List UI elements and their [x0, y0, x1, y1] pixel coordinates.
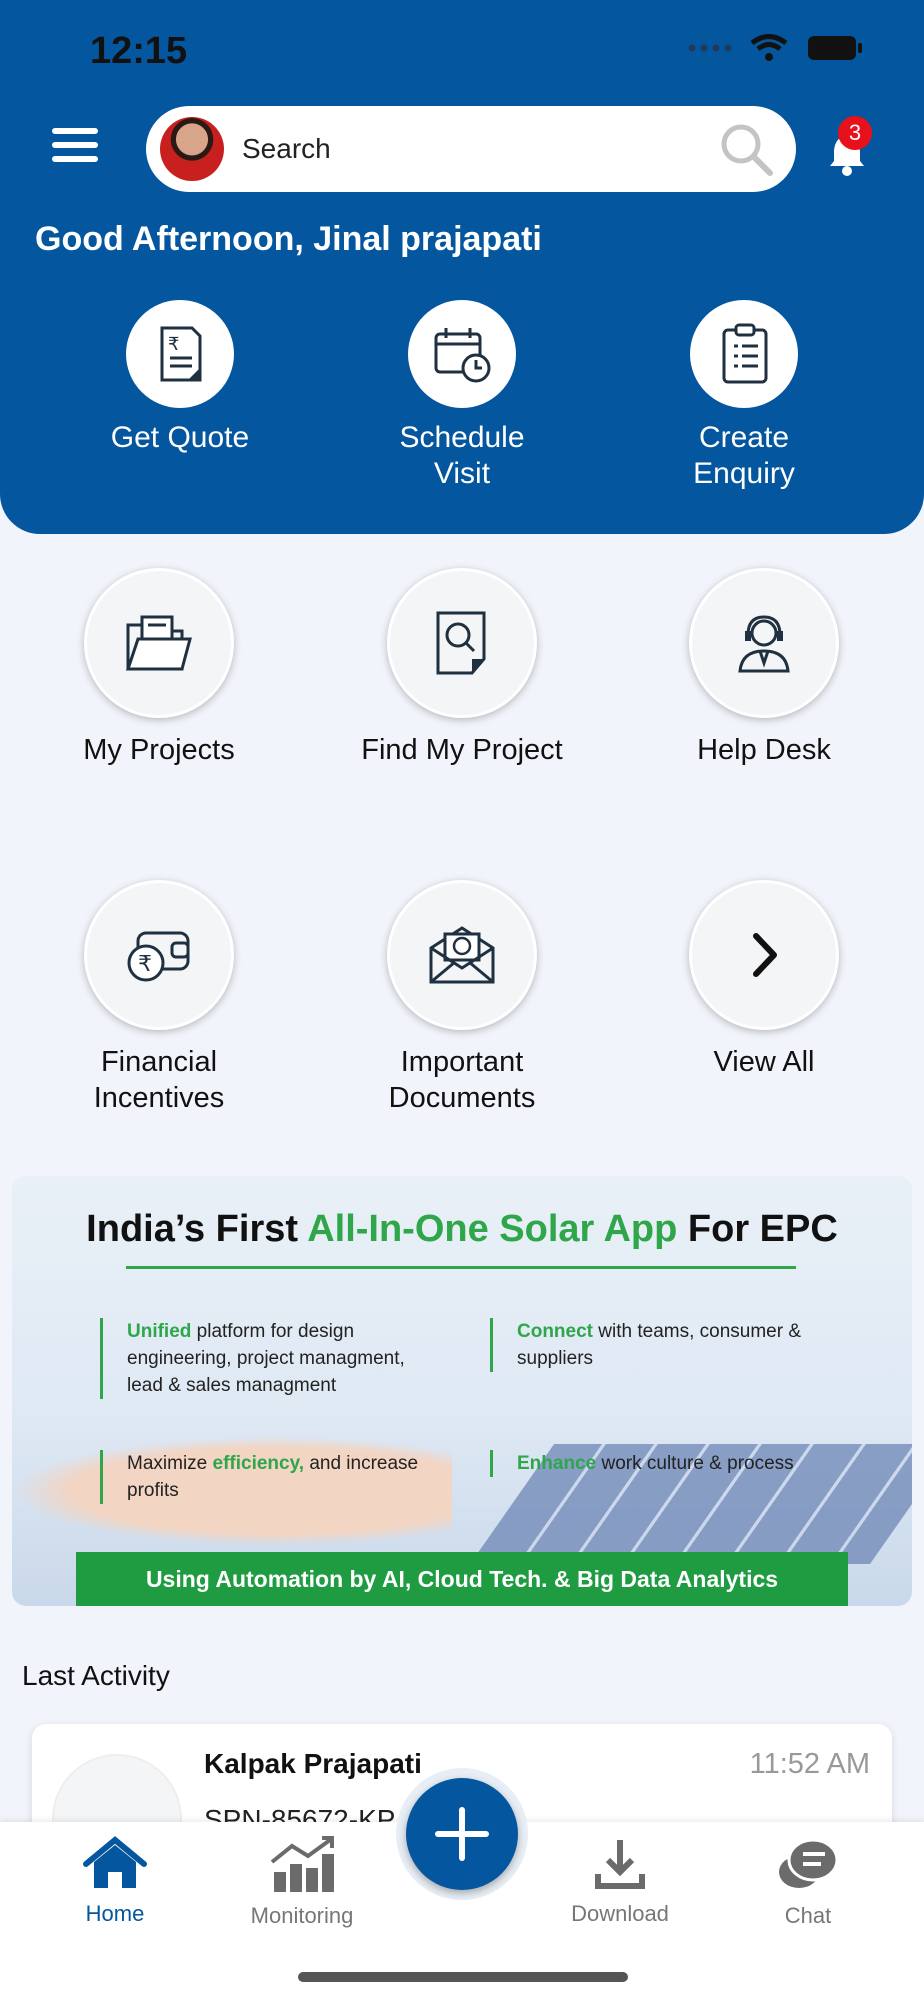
tile-label: Find My Project	[361, 734, 563, 766]
tab-label: Download	[571, 1901, 669, 1926]
search-input[interactable]: Search	[242, 133, 718, 165]
quick-action-schedule-visit[interactable]: Schedule Visit	[347, 300, 577, 492]
svg-text:₹: ₹	[168, 334, 179, 355]
avatar[interactable]	[160, 117, 224, 181]
banner-title-green: All-In-One Solar App	[307, 1208, 678, 1250]
banner-point-text: work culture & process	[596, 1453, 794, 1474]
tile-financial-incentives[interactable]: ₹ Financial Incentives	[29, 880, 289, 1116]
banner-point: Unified platform for design engineering,…	[100, 1318, 427, 1399]
banner-point: Enhance work culture & process	[490, 1450, 857, 1477]
tab-download[interactable]: Download	[540, 1836, 700, 1927]
promo-banner[interactable]: India’s First All-In-One Solar App For E…	[12, 1176, 912, 1606]
banner-point-pre: Maximize	[127, 1453, 213, 1474]
quick-action-label: Create Enquiry	[693, 421, 795, 490]
tab-chat[interactable]: Chat	[728, 1836, 888, 1929]
document-search-icon	[436, 611, 486, 675]
tab-label: Monitoring	[250, 1903, 354, 1928]
quick-action-get-quote[interactable]: ₹ Get Quote	[65, 300, 295, 456]
headset-agent-icon	[738, 615, 790, 673]
notification-badge: 3	[838, 116, 872, 150]
help-desk-icon-circle	[689, 568, 839, 718]
tile-help-desk[interactable]: Help Desk	[634, 568, 894, 768]
banner-title-pre: India’s First	[86, 1208, 308, 1250]
tile-find-my-project[interactable]: Find My Project	[332, 568, 592, 768]
tile-label: View All	[713, 1046, 815, 1078]
quick-action-create-enquiry[interactable]: Create Enquiry	[629, 300, 859, 492]
tile-label: Important Documents	[388, 1046, 536, 1114]
add-button[interactable]	[406, 1778, 518, 1890]
clipboard-icon	[722, 323, 768, 384]
financial-icon-circle: ₹	[84, 880, 234, 1030]
tile-view-all[interactable]: View All	[634, 880, 894, 1080]
tab-label: Chat	[784, 1903, 832, 1928]
chat-icon	[779, 1838, 839, 1888]
view-all-icon-circle	[689, 880, 839, 1030]
wifi-icon	[750, 34, 788, 61]
chevron-right-icon	[753, 933, 777, 977]
tile-label: My Projects	[83, 734, 235, 766]
banner-point-highlight: Unified	[127, 1321, 192, 1342]
status-icons	[688, 34, 864, 62]
banner-point: Connect with teams, consumer & suppliers	[490, 1318, 837, 1372]
menu-line	[52, 142, 98, 148]
tab-label: Home	[85, 1901, 145, 1926]
banner-divider	[126, 1266, 796, 1269]
signal-icon	[688, 44, 732, 52]
calendar-clock-icon	[434, 328, 491, 383]
status-time: 12:15	[90, 30, 188, 72]
documents-icon-circle	[387, 880, 537, 1030]
banner-title-post: For EPC	[677, 1208, 838, 1250]
my-projects-icon-circle	[84, 568, 234, 718]
home-icon	[83, 1836, 147, 1888]
activity-time: 11:52 AM	[749, 1748, 870, 1780]
banner-point: Maximize efficiency, and increase profit…	[100, 1450, 447, 1504]
banner-title: India’s First All-In-One Solar App For E…	[12, 1208, 912, 1251]
tile-my-projects[interactable]: My Projects	[29, 568, 289, 768]
svg-text:₹: ₹	[138, 952, 152, 977]
battery-icon	[808, 36, 862, 60]
quote-icon-circle: ₹	[126, 300, 234, 408]
home-indicator	[298, 1972, 628, 1982]
wallet-rupee-icon: ₹	[127, 931, 190, 982]
search-icon[interactable]	[718, 121, 774, 177]
download-icon	[595, 1840, 645, 1889]
chart-icon	[270, 1836, 334, 1892]
last-activity-heading: Last Activity	[22, 1660, 170, 1691]
find-project-icon-circle	[387, 568, 537, 718]
menu-line	[52, 128, 98, 134]
banner-point-highlight: efficiency,	[212, 1453, 305, 1474]
tile-important-documents[interactable]: Important Documents	[332, 880, 592, 1116]
envelope-badge-icon	[429, 926, 495, 984]
banner-footer: Using Automation by AI, Cloud Tech. & Bi…	[76, 1552, 848, 1606]
tab-monitoring[interactable]: Monitoring	[222, 1836, 382, 1929]
activity-name: Kalpak Prajapati	[204, 1748, 422, 1779]
banner-point-highlight: Enhance	[517, 1453, 597, 1474]
menu-line	[52, 156, 98, 162]
quote-document-icon: ₹	[160, 326, 202, 382]
folder-icon	[125, 615, 192, 671]
enquiry-icon-circle	[690, 300, 798, 408]
greeting-text: Good Afternoon, Jinal prajapati	[35, 220, 542, 258]
quick-action-label: Schedule Visit	[399, 421, 525, 490]
schedule-icon-circle	[408, 300, 516, 408]
banner-point-highlight: Connect	[517, 1321, 593, 1342]
quick-action-label: Get Quote	[110, 421, 250, 454]
tab-home[interactable]: Home	[35, 1836, 195, 1927]
tile-label: Financial Incentives	[93, 1046, 225, 1114]
search-bar[interactable]: Search	[146, 106, 796, 192]
plus-icon	[435, 1807, 489, 1861]
menu-button[interactable]	[52, 128, 98, 168]
tile-label: Help Desk	[697, 734, 831, 766]
